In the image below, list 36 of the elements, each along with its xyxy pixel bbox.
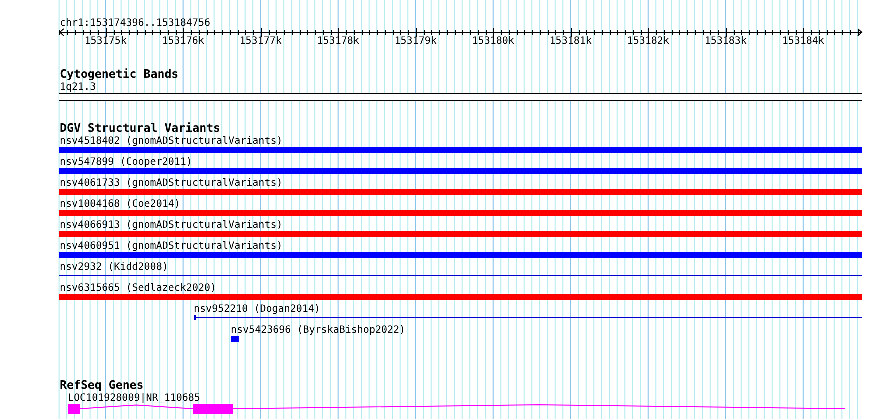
variant-label: nsv2932 (Kidd2008)	[60, 262, 168, 273]
variant-bar[interactable]	[59, 231, 862, 237]
track-title: RefSeq Genes	[60, 378, 144, 392]
variant-bar[interactable]	[59, 189, 862, 195]
tick-label: 153184k	[782, 36, 824, 47]
tick-label: 153176k	[162, 36, 204, 47]
gene-label: LOC101928009|NR_110685	[68, 393, 200, 404]
variant-bar[interactable]	[59, 210, 862, 216]
tick-label: 153181k	[550, 36, 592, 47]
variant-bar[interactable]	[59, 294, 862, 300]
variant-label: nsv1004168 (Coe2014)	[60, 199, 180, 210]
tick-label: 153183k	[704, 36, 747, 47]
variant-label: nsv547899 (Cooper2011)	[60, 157, 192, 168]
gene-model-drawing[interactable]	[68, 404, 846, 414]
tick-label: 153182k	[627, 36, 670, 47]
variant-bar[interactable]	[231, 336, 239, 342]
variant-line[interactable]	[194, 315, 862, 320]
tick-label: 153178k	[317, 36, 360, 47]
variant-label: nsv4066913 (gnomADStructuralVariants)	[60, 220, 283, 231]
variant-label: nsv5423696 (ByrskaBishop2022)	[231, 325, 406, 336]
variant-label: nsv4061733 (gnomADStructuralVariants)	[60, 178, 283, 189]
tick-label: 153175k	[84, 36, 127, 47]
tick-label: 153179k	[394, 36, 437, 47]
tick-label: 153177k	[240, 36, 282, 47]
track-title: DGV Structural Variants	[60, 121, 221, 135]
variant-label: nsv4518402 (gnomADStructuralVariants)	[60, 136, 283, 147]
track-title: Cytogenetic Bands	[60, 67, 179, 81]
variant-label: nsv4060951 (gnomADStructuralVariants)	[60, 241, 283, 252]
variant-bar[interactable]	[59, 168, 862, 174]
tick-label: 153180k	[472, 36, 514, 47]
location-label: chr1:153174396..153184756	[60, 18, 211, 29]
variant-bar[interactable]	[59, 147, 862, 153]
variant-label: nsv952210 (Dogan2014)	[194, 304, 320, 315]
band-label: 1q21.3	[60, 82, 96, 93]
variant-label: nsv6315665 (Sedlazeck2020)	[60, 283, 217, 294]
variant-bar[interactable]	[59, 252, 862, 258]
